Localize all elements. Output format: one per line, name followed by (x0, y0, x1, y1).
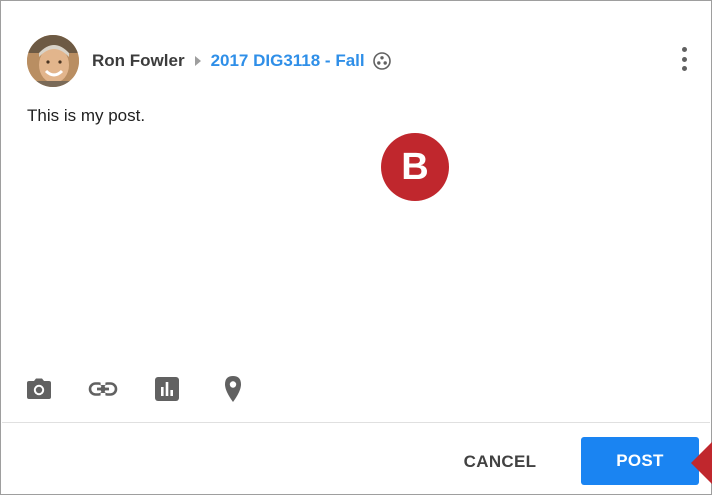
avatar (27, 35, 79, 87)
camera-icon[interactable] (23, 373, 55, 405)
community-icon (372, 52, 391, 70)
breadcrumb-arrow-icon (194, 56, 201, 66)
more-dot (681, 47, 687, 52)
more-dot (681, 66, 687, 71)
author-name[interactable]: Ron Fowler (92, 51, 185, 71)
more-dot (681, 56, 687, 62)
callout-marker: B (381, 133, 449, 201)
avatar-image (27, 35, 79, 87)
post-button[interactable]: POST (581, 437, 699, 485)
pointer-arrow-icon (691, 442, 712, 484)
community-link[interactable]: 2017 DIG3118 - Fall (211, 51, 365, 71)
post-editor-dialog: Ron Fowler 2017 DIG3118 - Fall This is m… (0, 0, 712, 495)
cancel-button[interactable]: CANCEL (453, 441, 547, 483)
link-icon[interactable] (87, 373, 119, 405)
post-header: Ron Fowler 2017 DIG3118 - Fall (27, 35, 392, 87)
poll-icon[interactable] (151, 373, 183, 405)
post-text-area[interactable]: This is my post. (27, 106, 145, 126)
more-options-icon[interactable] (673, 45, 695, 73)
footer-divider (2, 422, 710, 423)
location-icon[interactable] (217, 373, 249, 405)
